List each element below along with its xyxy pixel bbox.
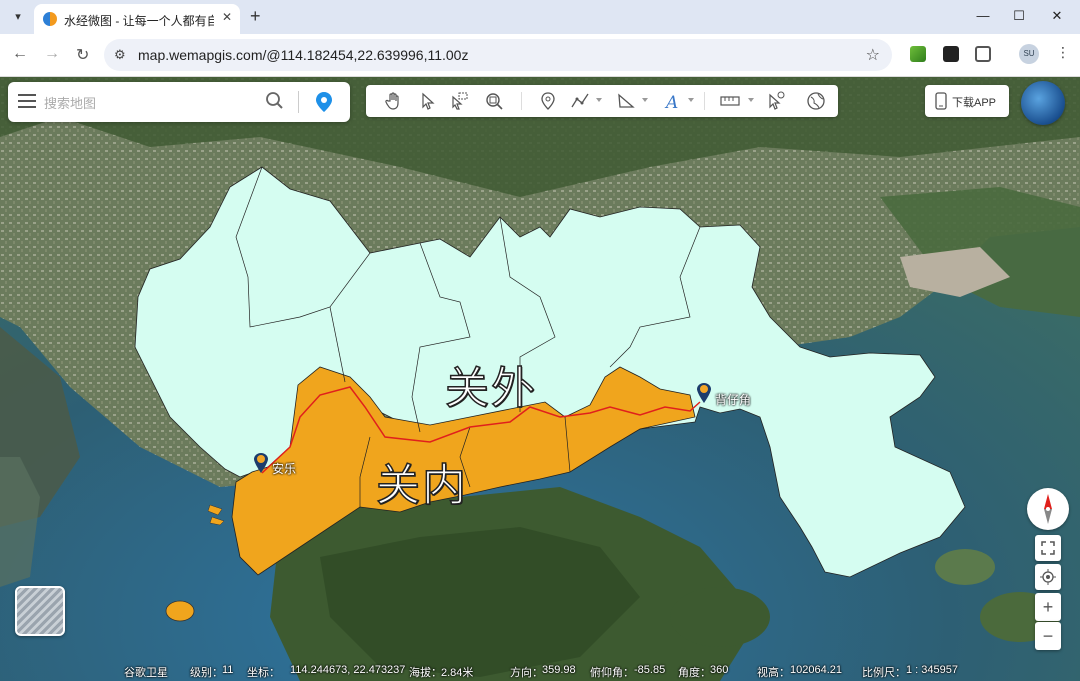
tab-title: 水经微图 - 让每一个人都有自己 <box>64 14 214 28</box>
bookmark-star-icon[interactable]: ☆ <box>866 45 880 65</box>
site-info-icon[interactable]: ⚙ <box>114 47 126 63</box>
favicon-icon <box>43 12 57 26</box>
identify-pointer-icon[interactable] <box>766 91 788 111</box>
angle-label: 角度： <box>678 667 711 679</box>
close-tab-icon[interactable]: ✕ <box>222 10 232 24</box>
compass-button[interactable] <box>1027 488 1069 530</box>
chevron-down-icon[interactable] <box>748 98 754 102</box>
close-window-button[interactable]: ✕ <box>1047 8 1067 24</box>
crosshair-icon <box>1040 569 1056 585</box>
tab-list-button[interactable]: ▾ <box>8 7 28 27</box>
basemap-switch-button[interactable] <box>15 586 65 636</box>
download-app-label: 下载APP <box>952 97 997 109</box>
menu-icon[interactable] <box>18 94 36 108</box>
angle-value: 360 <box>710 664 729 676</box>
forward-button[interactable]: → <box>44 45 60 63</box>
minimize-button[interactable]: — <box>973 8 993 23</box>
status-bar: 谷歌卫星 级别： 11 坐标： 114.244673, 22.473237 海拔… <box>0 660 1080 681</box>
zoom-out-button[interactable]: − <box>1035 622 1061 650</box>
globe-view-button[interactable] <box>1021 81 1065 125</box>
polyline-icon[interactable] <box>570 91 592 111</box>
extensions-puzzle-icon[interactable] <box>975 46 991 62</box>
download-app-button[interactable]: 下载APP <box>925 85 1009 117</box>
location-pin-icon[interactable] <box>314 91 334 113</box>
divider <box>521 92 522 110</box>
scale-label: 比例尺： <box>862 667 906 679</box>
extension-icon[interactable] <box>943 46 959 62</box>
search-input[interactable] <box>42 91 266 115</box>
text-tool-icon[interactable]: A <box>662 91 684 113</box>
coordinate-value: 114.244673, 22.473237 <box>290 664 406 676</box>
profile-avatar[interactable]: SU <box>1019 44 1039 64</box>
pan-hand-icon[interactable] <box>384 91 406 111</box>
pointer-icon[interactable] <box>418 91 440 111</box>
pitch-value: -85.85 <box>634 664 666 676</box>
reload-button[interactable]: ↻ <box>76 45 89 65</box>
zoom-search-icon[interactable] <box>484 91 506 111</box>
phone-icon <box>935 92 947 110</box>
chevron-down-icon[interactable] <box>596 98 602 102</box>
marker-icon[interactable] <box>538 91 560 111</box>
view-height-label: 视高： <box>757 667 790 679</box>
ruler-icon[interactable] <box>720 91 742 111</box>
search-icon[interactable] <box>266 92 284 110</box>
inner-region-label: 关内 <box>375 459 468 512</box>
altitude-value: 2.84米 <box>441 667 474 679</box>
place-label: 安乐 <box>272 462 297 476</box>
view-height-value: 102064.21 <box>790 664 842 676</box>
chevron-down-icon[interactable] <box>688 98 694 102</box>
zoom-in-button[interactable]: + <box>1035 593 1061 621</box>
locate-button[interactable] <box>1035 564 1061 590</box>
place-label: 背仔角 <box>715 393 752 407</box>
satellite-basemap <box>0 77 1080 681</box>
browser-tab[interactable]: 水经微图 - 让每一个人都有自己 ✕ <box>34 4 240 34</box>
compass-icon <box>1044 494 1052 524</box>
box-select-icon[interactable] <box>450 91 472 111</box>
new-tab-button[interactable]: + <box>250 6 261 27</box>
chevron-down-icon[interactable] <box>642 98 648 102</box>
globe-icon[interactable] <box>806 91 828 111</box>
maximize-button[interactable]: ☐ <box>1009 8 1029 24</box>
url-text[interactable]: map.wemapgis.com/@114.182454,22.639996,1… <box>138 47 468 63</box>
zoom-level-value: 11 <box>222 664 234 676</box>
back-button[interactable]: ← <box>12 45 28 63</box>
outer-region-label: 关外 <box>444 362 537 415</box>
altitude-label: 海拔： <box>409 667 442 679</box>
coordinate-label: 坐标： <box>247 667 280 679</box>
address-bar[interactable]: ⚙ map.wemapgis.com/@114.182454,22.639996… <box>104 39 892 71</box>
fullscreen-button[interactable] <box>1035 535 1061 561</box>
browser-nav-bar: ← → ↻ ⚙ map.wemapgis.com/@114.182454,22.… <box>0 34 1080 77</box>
search-panel <box>8 82 350 122</box>
place-pin-icon[interactable] <box>253 452 269 474</box>
extension-icon[interactable] <box>910 46 926 62</box>
browser-menu-icon[interactable]: ⋮ <box>1056 44 1070 61</box>
divider <box>704 92 705 110</box>
zoom-level-label: 级别： <box>190 667 223 679</box>
browser-tab-bar: ▾ 水经微图 - 让每一个人都有自己 ✕ + — ☐ ✕ <box>0 0 1080 34</box>
place-pin-icon[interactable] <box>696 382 712 404</box>
basemap-source: 谷歌卫星 <box>124 667 168 679</box>
svg-text:A: A <box>664 93 678 111</box>
expand-icon <box>1041 541 1055 555</box>
divider <box>298 91 299 113</box>
pitch-label: 俯仰角： <box>590 667 634 679</box>
heading-label: 方向： <box>510 667 543 679</box>
scale-value: 1 : 345957 <box>906 664 958 676</box>
polygon-icon[interactable] <box>616 91 638 111</box>
map-view[interactable]: A 下载APP 关外 关内 安乐 背仔角 + − 谷歌卫星 级别： 11 坐标：… <box>0 77 1080 681</box>
heading-value: 359.98 <box>542 664 576 676</box>
drawing-toolbar: A <box>366 85 838 117</box>
